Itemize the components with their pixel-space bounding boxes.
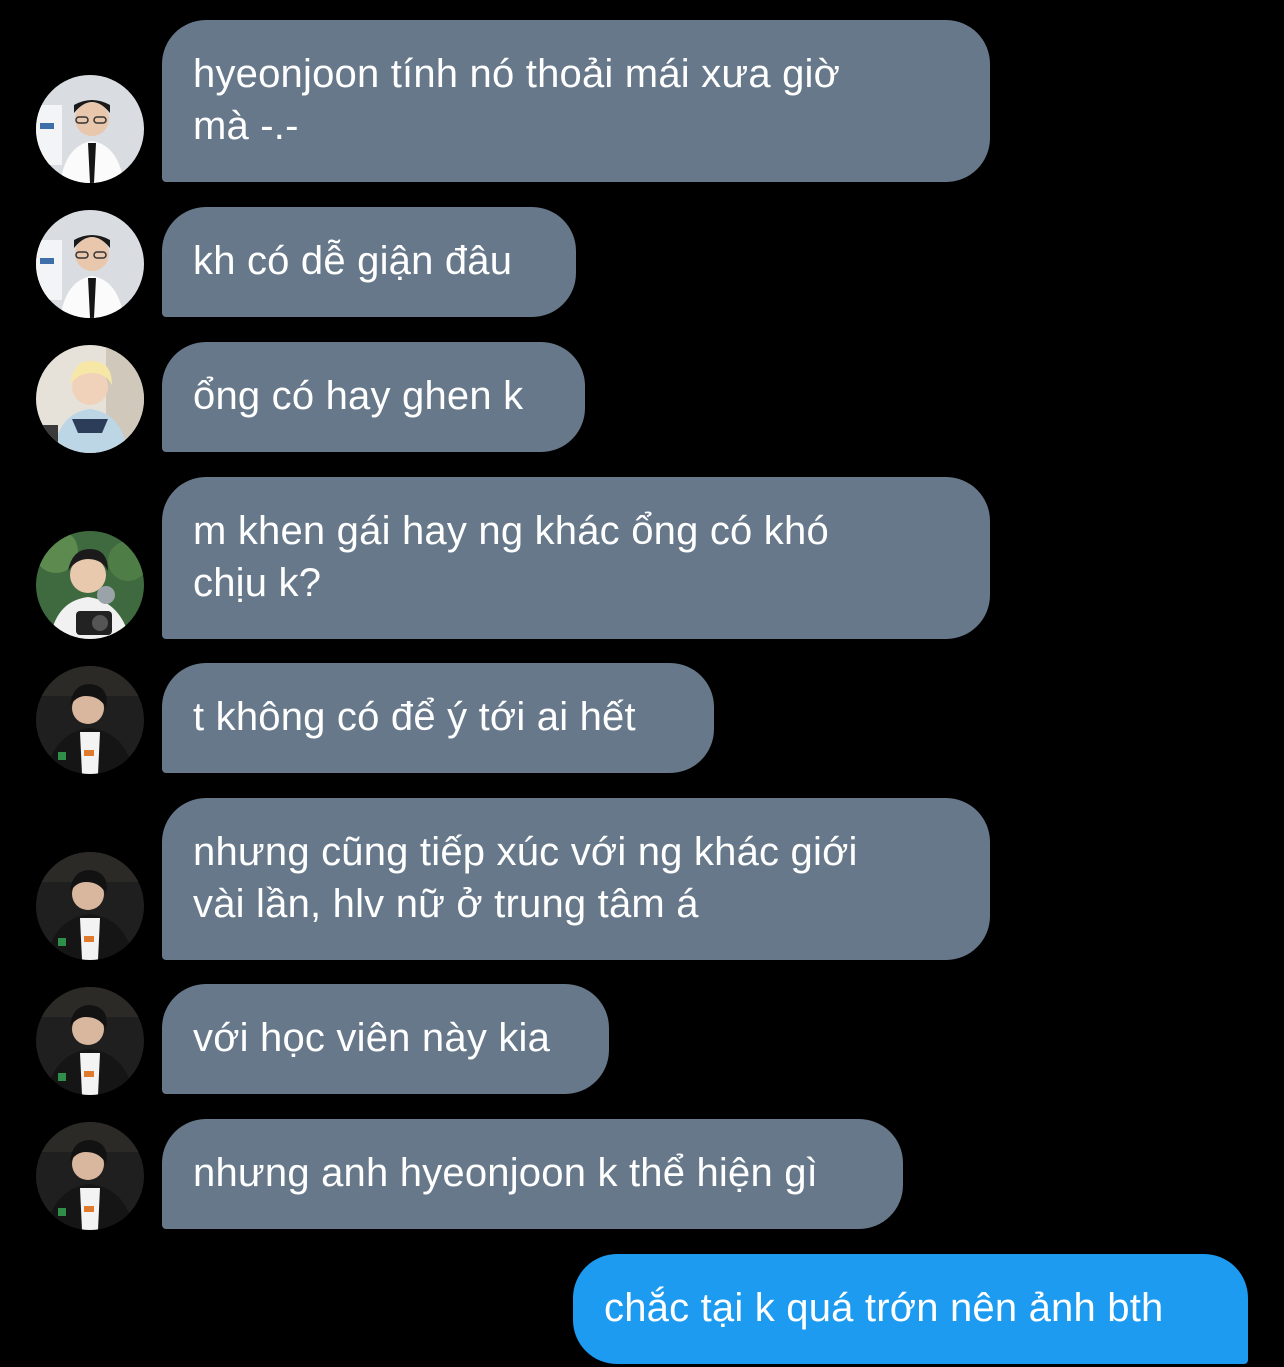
message-bubble[interactable]: ổng có hay ghen k: [162, 342, 585, 452]
avatar[interactable]: [36, 75, 144, 183]
chat-thread: hyeonjoon tính nó thoải mái xưa giờ mà -…: [0, 0, 1284, 1367]
person-avatar-icon: [36, 987, 144, 1095]
sent-message-bubble[interactable]: chắc tại k quá trớn nên ảnh bth: [573, 1254, 1248, 1364]
message-bubble[interactable]: t không có để ý tới ai hết: [162, 663, 714, 773]
avatar[interactable]: [36, 531, 144, 639]
person-avatar-icon: [36, 666, 144, 774]
message-bubble[interactable]: nhưng cũng tiếp xúc với ng khác giới vài…: [162, 798, 990, 960]
avatar[interactable]: [36, 210, 144, 318]
message-bubble[interactable]: với học viên này kia: [162, 984, 609, 1094]
person-avatar-icon: [36, 1122, 144, 1230]
avatar[interactable]: [36, 666, 144, 774]
person-avatar-icon: [36, 345, 144, 453]
message-bubble[interactable]: hyeonjoon tính nó thoải mái xưa giờ mà -…: [162, 20, 990, 182]
person-avatar-icon: [36, 852, 144, 960]
person-avatar-icon: [36, 210, 144, 318]
person-avatar-icon: [36, 531, 144, 639]
avatar[interactable]: [36, 987, 144, 1095]
avatar[interactable]: [36, 345, 144, 453]
message-bubble[interactable]: m khen gái hay ng khác ổng có khó chịu k…: [162, 477, 990, 639]
avatar[interactable]: [36, 1122, 144, 1230]
person-avatar-icon: [36, 75, 144, 183]
message-bubble[interactable]: nhưng anh hyeonjoon k thể hiện gì: [162, 1119, 903, 1229]
message-bubble[interactable]: kh có dễ giận đâu: [162, 207, 576, 317]
avatar[interactable]: [36, 852, 144, 960]
